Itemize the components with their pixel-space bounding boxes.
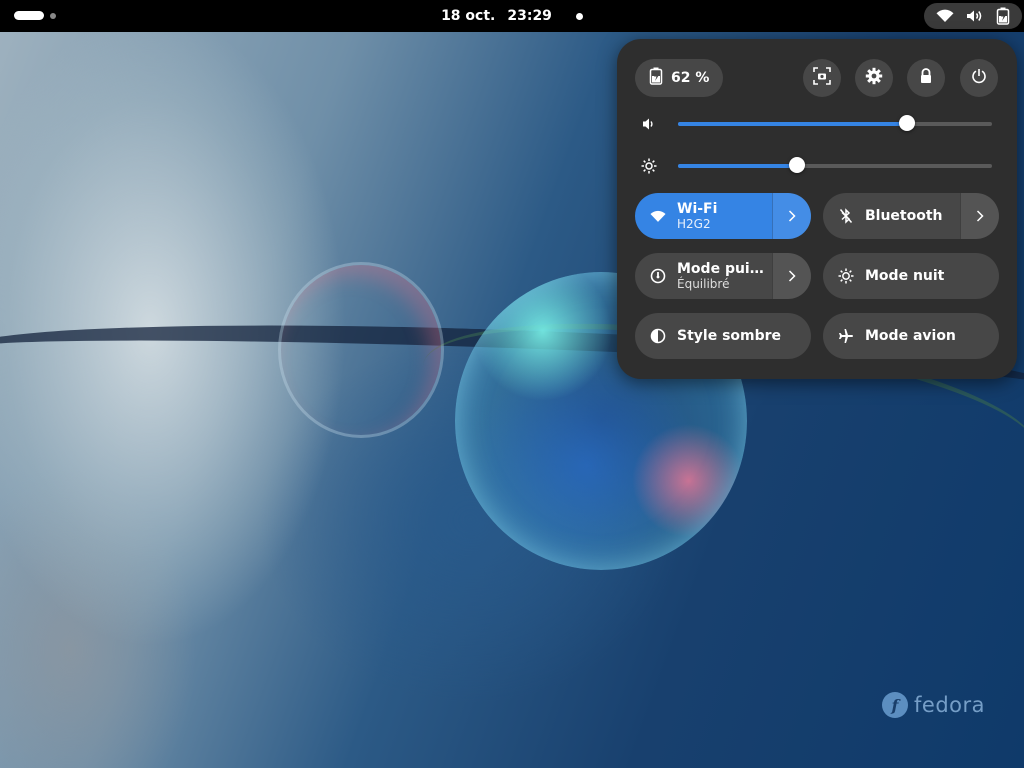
- wifi-menu-button[interactable]: [772, 193, 811, 239]
- battery-charging-icon: [649, 67, 663, 89]
- tile-title: Style sombre: [677, 328, 782, 344]
- power-mode-menu-button[interactable]: [772, 253, 811, 299]
- clock-time: 23:29: [507, 8, 552, 24]
- power-mode-toggle[interactable]: Mode puis… Équilibré: [635, 253, 772, 299]
- tile-wifi[interactable]: Wi-Fi H2G2: [635, 193, 811, 239]
- volume-slider-fill: [678, 122, 908, 126]
- tile-airplane[interactable]: Mode avion: [823, 313, 999, 359]
- chevron-right-icon: [788, 267, 796, 286]
- lock-icon: [919, 68, 933, 88]
- battery-charging-icon: [996, 7, 1010, 25]
- tile-dark-style[interactable]: Style sombre: [635, 313, 811, 359]
- tile-subtitle: H2G2: [677, 217, 711, 231]
- clock-button[interactable]: 18 oct. 23:29: [0, 0, 1024, 32]
- wifi-icon: [936, 9, 954, 23]
- night-light-icon: [837, 267, 855, 285]
- fedora-logo: f fedora: [882, 692, 985, 718]
- tile-night-light[interactable]: Mode nuit: [823, 253, 999, 299]
- tile-title: Mode avion: [865, 328, 956, 344]
- bluetooth-toggle[interactable]: Bluetooth: [823, 193, 960, 239]
- battery-percentage: 62 %: [671, 70, 710, 86]
- wallpaper-bubble: [278, 262, 444, 438]
- volume-slider[interactable]: [678, 115, 992, 131]
- tile-subtitle: Équilibré: [677, 277, 730, 291]
- volume-slider-row: [641, 112, 993, 136]
- quick-settings-panel: 62 % Wi-Fi H2G2 Bluetooth Mode puis… Équ…: [617, 39, 1017, 379]
- chevron-right-icon: [976, 207, 984, 226]
- tile-bluetooth[interactable]: Bluetooth: [823, 193, 999, 239]
- wifi-toggle[interactable]: Wi-Fi H2G2: [635, 193, 772, 239]
- wifi-icon: [649, 207, 667, 225]
- volume-icon: [641, 116, 657, 132]
- tile-power-mode[interactable]: Mode puis… Équilibré: [635, 253, 811, 299]
- chevron-right-icon: [788, 207, 796, 226]
- airplane-icon: [837, 327, 855, 345]
- power-button[interactable]: [960, 59, 998, 97]
- fedora-logo-text: fedora: [914, 693, 985, 717]
- screenshot-icon: [813, 67, 831, 89]
- brightness-slider-handle[interactable]: [789, 157, 806, 173]
- brightness-icon: [641, 158, 657, 174]
- tile-title: Bluetooth: [865, 208, 943, 224]
- system-status-menu[interactable]: [924, 3, 1022, 29]
- dark-style-toggle[interactable]: Style sombre: [635, 313, 811, 359]
- settings-button[interactable]: [855, 59, 893, 97]
- battery-button[interactable]: 62 %: [635, 59, 724, 97]
- screenshot-button[interactable]: [803, 59, 841, 97]
- night-light-toggle[interactable]: Mode nuit: [823, 253, 999, 299]
- brightness-slider-fill: [678, 164, 798, 168]
- fedora-logo-mark: f: [882, 692, 908, 718]
- tile-title: Wi-Fi: [677, 201, 718, 217]
- tile-title: Mode nuit: [865, 268, 945, 284]
- top-bar: 18 oct. 23:29: [0, 0, 1024, 32]
- lock-button[interactable]: [907, 59, 945, 97]
- dark-style-icon: [649, 327, 667, 345]
- notification-dot: [575, 12, 583, 20]
- airplane-toggle[interactable]: Mode avion: [823, 313, 999, 359]
- brightness-slider[interactable]: [678, 157, 992, 173]
- brightness-slider-row: [641, 154, 993, 178]
- clock-date: 18 oct.: [441, 8, 496, 24]
- power-mode-icon: [649, 267, 667, 285]
- bluetooth-disabled-icon: [837, 207, 855, 225]
- power-icon: [971, 68, 987, 88]
- bluetooth-menu-button[interactable]: [960, 193, 999, 239]
- volume-icon: [966, 9, 984, 23]
- gear-icon: [865, 67, 883, 89]
- tile-title: Mode puis…: [677, 261, 772, 277]
- volume-slider-handle[interactable]: [899, 115, 916, 131]
